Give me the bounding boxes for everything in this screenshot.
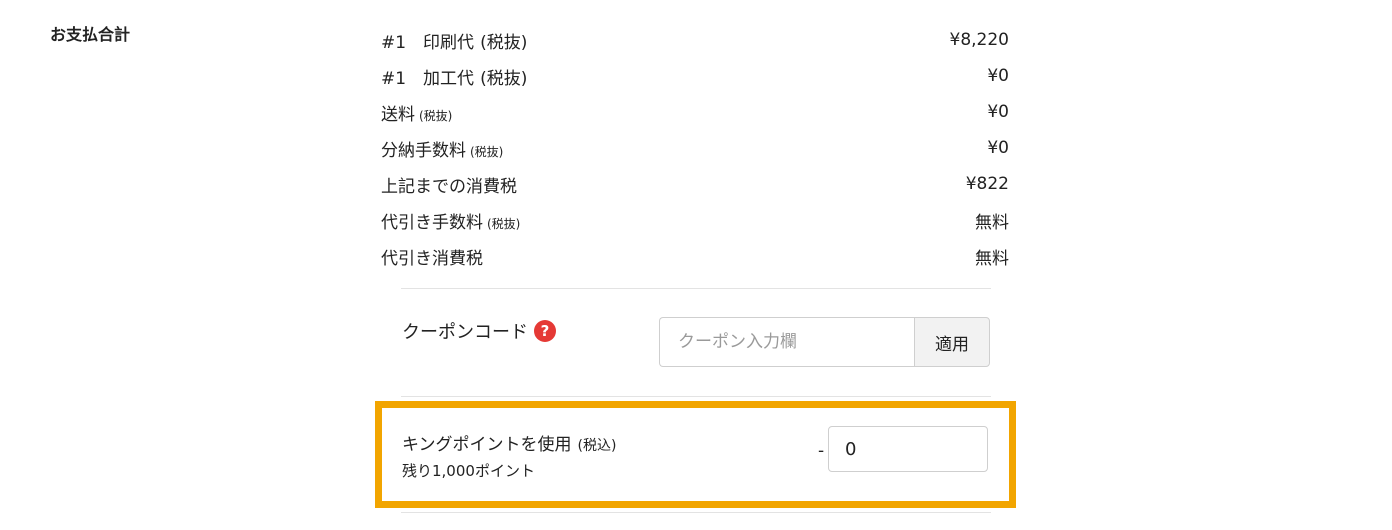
row-shipping: 送料 (税抜) ¥0 xyxy=(381,94,1009,130)
apply-coupon-button[interactable]: 適用 xyxy=(914,317,990,367)
points-title: キングポイントを使用 (税込) xyxy=(402,435,617,455)
row-label: #1 印刷代 (税抜) xyxy=(381,32,528,53)
row-value: ¥0 xyxy=(987,138,1009,158)
coupon-label: クーポンコード ? xyxy=(402,318,556,344)
row-label: 代引き手数料 (税抜) xyxy=(381,212,521,233)
divider xyxy=(401,396,991,397)
price-breakdown: #1 印刷代 (税抜) ¥8,220 #1 加工代 (税抜) ¥0 送料 (税抜) ¥… xyxy=(381,22,1009,274)
section-title: お支払合計 xyxy=(50,25,131,44)
question-circle-icon[interactable]: ? xyxy=(534,320,556,342)
minus-sign: - xyxy=(818,441,825,461)
row-value: ¥8,220 xyxy=(949,30,1009,50)
row-split-delivery-fee: 分納手数料 (税抜) ¥0 xyxy=(381,130,1009,166)
row-cod-fee: 代引き手数料 (税抜) 無料 xyxy=(381,202,1009,238)
row-label: 上記までの消費税 xyxy=(381,176,517,197)
row-processing-cost: #1 加工代 (税抜) ¥0 xyxy=(381,58,1009,94)
points-usage-box: キングポイントを使用 (税込) 残り1,000ポイント - xyxy=(375,401,1016,508)
row-label: 送料 (税抜) xyxy=(381,104,453,125)
coupon-label-text: クーポンコード xyxy=(402,322,528,343)
row-value: 無料 xyxy=(975,248,1009,269)
divider xyxy=(401,512,991,513)
row-consumption-tax: 上記までの消費税 ¥822 xyxy=(381,166,1009,202)
row-value: 無料 xyxy=(975,212,1009,233)
points-input[interactable] xyxy=(828,426,988,472)
row-label: 分納手数料 (税抜) xyxy=(381,140,504,161)
row-value: ¥0 xyxy=(987,102,1009,122)
row-value: ¥822 xyxy=(965,174,1009,194)
points-remaining: 残り1,000ポイント xyxy=(402,462,535,480)
row-label: #1 加工代 (税抜) xyxy=(381,68,528,89)
row-cod-tax: 代引き消費税 無料 xyxy=(381,238,1009,274)
row-label: 代引き消費税 xyxy=(381,248,483,269)
row-print-cost: #1 印刷代 (税抜) ¥8,220 xyxy=(381,22,1009,58)
row-value: ¥0 xyxy=(987,66,1009,86)
divider xyxy=(401,288,991,289)
coupon-input[interactable] xyxy=(659,317,914,367)
